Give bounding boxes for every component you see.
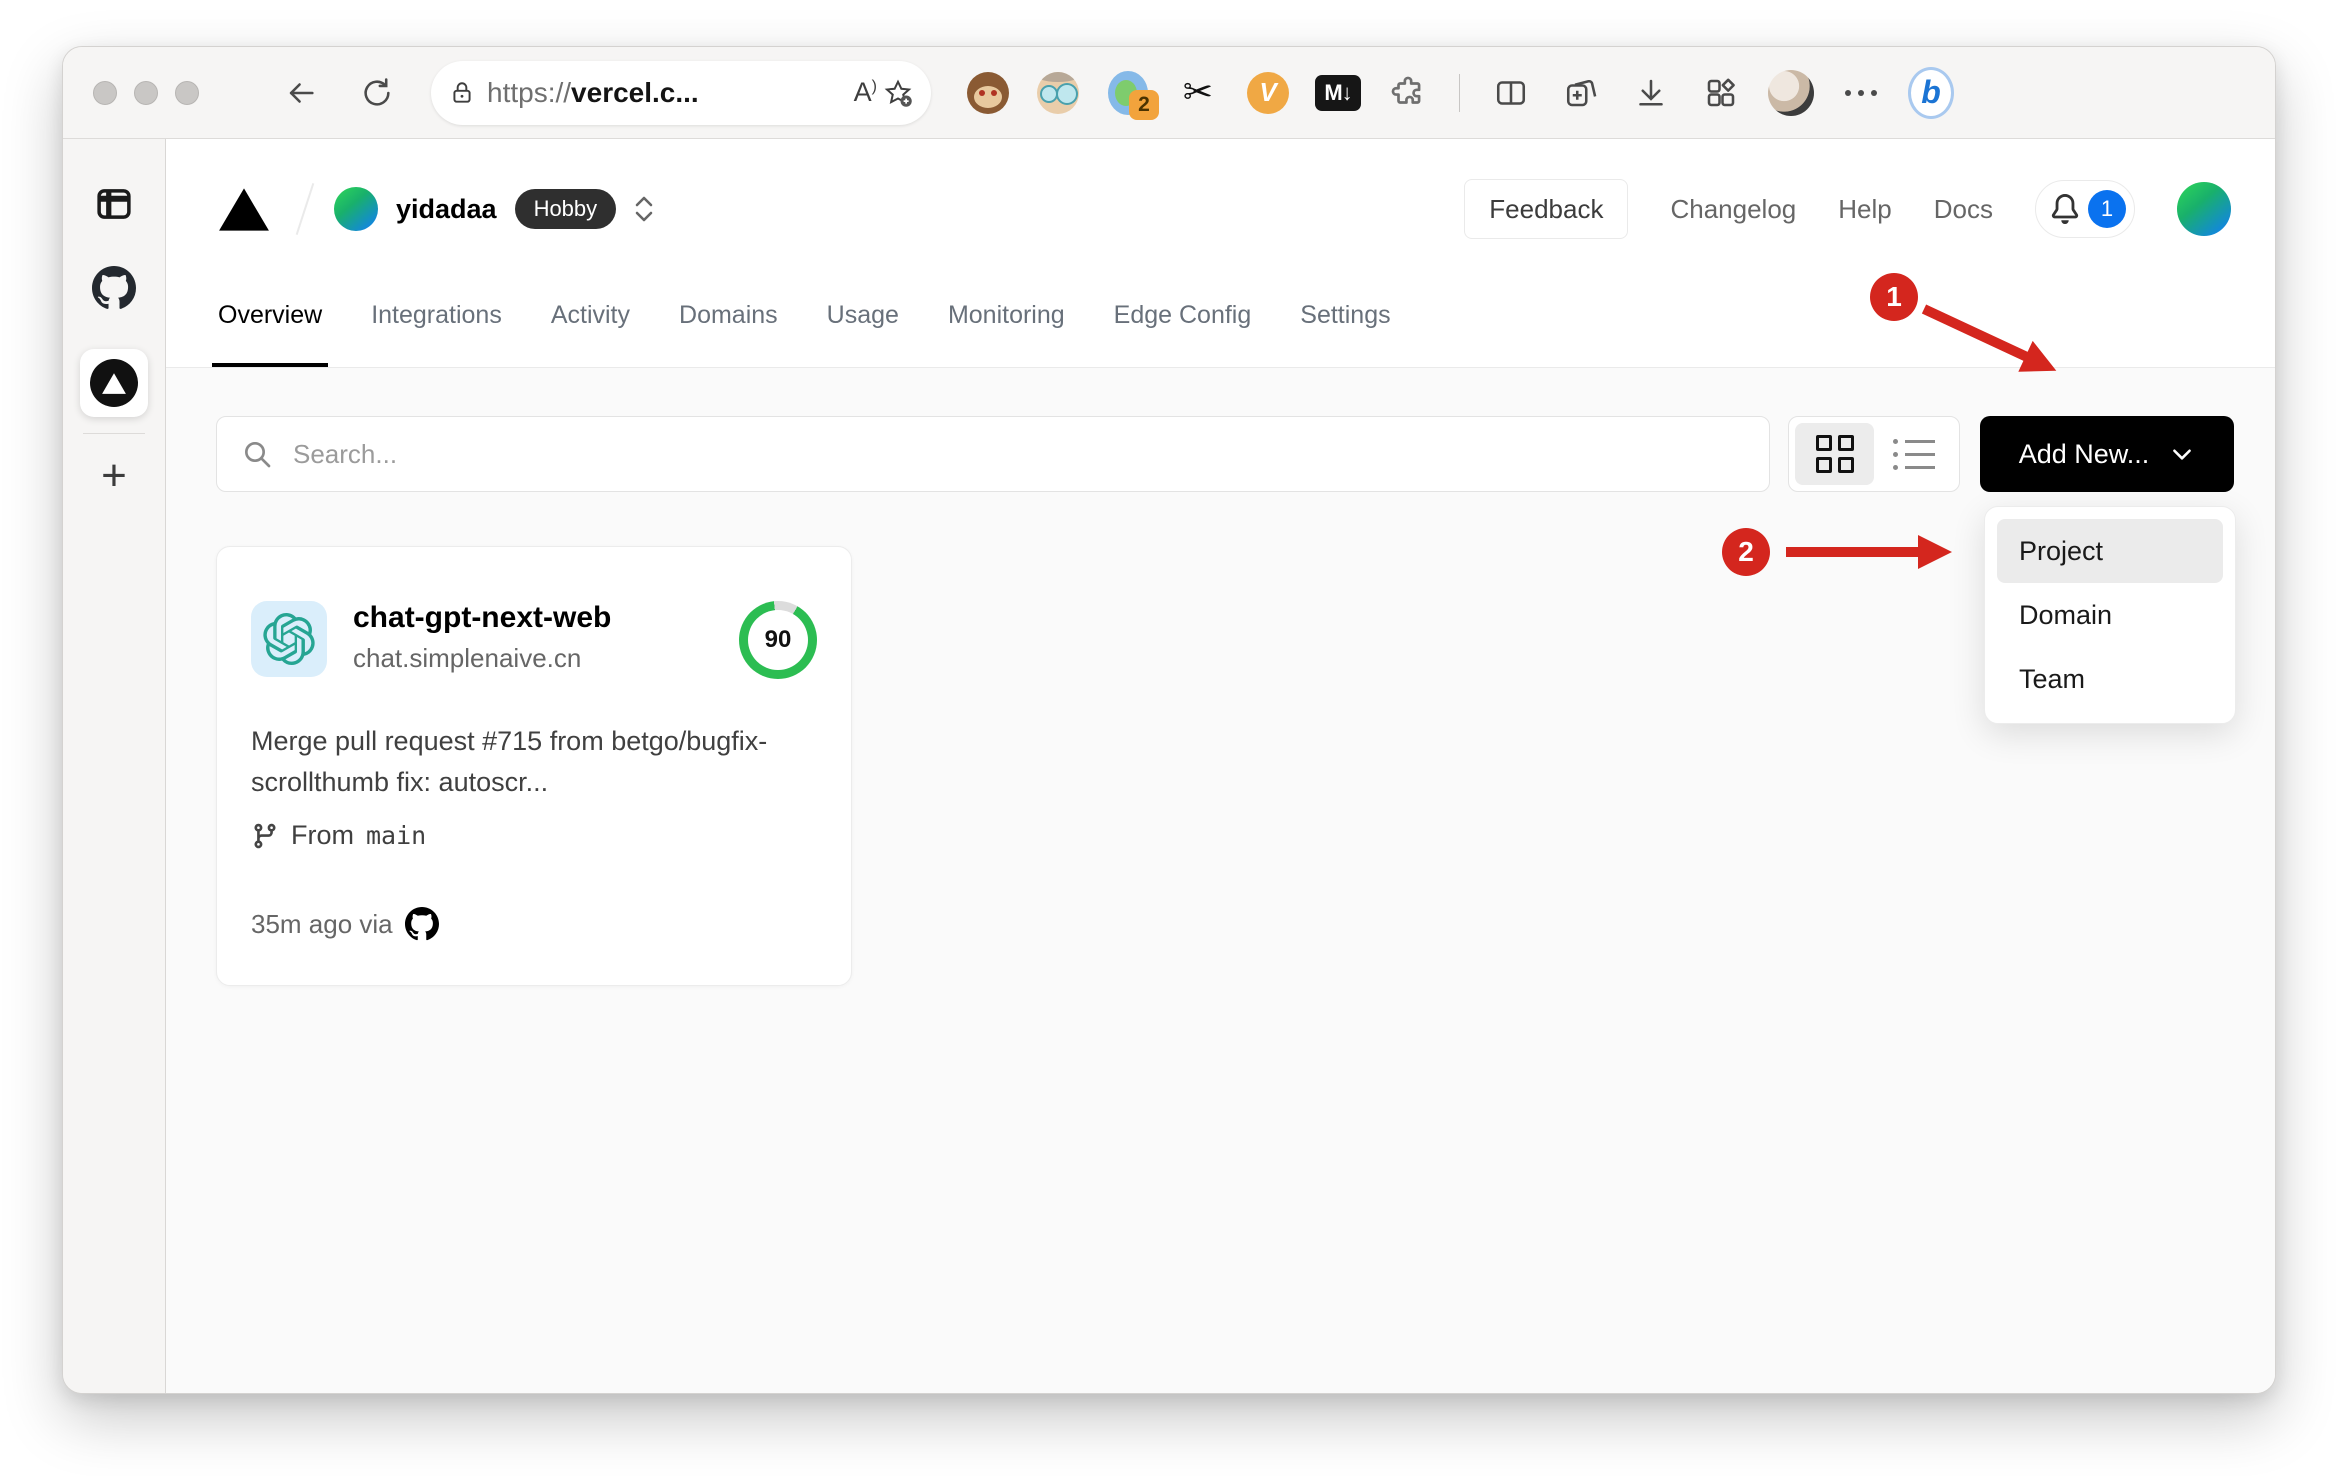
dropdown-item-domain[interactable]: Domain xyxy=(1997,583,2223,647)
favorite-star-icon[interactable] xyxy=(883,78,913,108)
team-switcher-icon[interactable] xyxy=(632,195,656,223)
deployment-commit-message: Merge pull request #715 from betgo/bugfi… xyxy=(251,726,768,797)
browser-toolbar: https://vercel.c... A) 2 ✂ V M↓ b xyxy=(63,47,2275,139)
tab-integrations[interactable]: Integrations xyxy=(371,263,502,367)
profile-avatar[interactable] xyxy=(1768,69,1814,116)
deployment-time: 35m ago via xyxy=(251,908,393,939)
vercel-logo-icon[interactable] xyxy=(218,185,270,233)
grid-view-icon xyxy=(1815,435,1854,473)
back-button[interactable] xyxy=(277,69,325,117)
tab-edge-config[interactable]: Edge Config xyxy=(1114,263,1252,367)
extensions-row: 2 ✂ V M↓ b xyxy=(965,66,1954,120)
breadcrumb-slash xyxy=(295,183,315,235)
lighthouse-score-value: 90 xyxy=(748,610,808,670)
help-link[interactable]: Help xyxy=(1838,194,1891,225)
reload-icon xyxy=(364,77,390,106)
lock-icon xyxy=(453,81,471,103)
bell-icon xyxy=(2051,194,2079,224)
add-new-button[interactable]: Add New... xyxy=(1980,416,2234,492)
add-sidebar-item-button[interactable]: + xyxy=(101,454,127,498)
vercel-header: yidadaa Hobby Feedback Changelog Help Do… xyxy=(166,139,2275,368)
vercel-app-icon xyxy=(90,359,138,407)
download-icon[interactable] xyxy=(1628,70,1674,116)
translator-extension-icon[interactable]: 2 xyxy=(1105,70,1159,120)
edge-sidebar: + xyxy=(63,139,166,1393)
read-aloud-icon[interactable]: A) xyxy=(854,77,877,108)
tab-domains[interactable]: Domains xyxy=(679,263,778,367)
browser-window: https://vercel.c... A) 2 ✂ V M↓ b + yida… xyxy=(62,46,2276,1394)
branch-name: main xyxy=(366,821,427,850)
grid-view-button[interactable] xyxy=(1795,423,1874,485)
list-view-icon xyxy=(1893,439,1935,470)
tab-activity[interactable]: Activity xyxy=(551,263,630,367)
more-menu-icon[interactable] xyxy=(1838,70,1884,116)
clipper-extension-icon[interactable]: ✂ xyxy=(1175,70,1221,116)
search-box[interactable] xyxy=(216,416,1770,492)
annotation-step-1: 1 xyxy=(1870,273,1918,321)
notifications-button[interactable]: 1 xyxy=(2035,180,2135,238)
sidebar-toggle-icon[interactable] xyxy=(91,181,137,227)
dashboard-content: Add New... chat-gpt-next-web chat.simple… xyxy=(166,368,2275,1393)
openai-logo-icon xyxy=(263,613,315,665)
back-arrow-icon xyxy=(289,82,314,103)
vercel-page: yidadaa Hobby Feedback Changelog Help Do… xyxy=(166,139,2275,1393)
team-avatar[interactable] xyxy=(334,187,378,231)
search-input[interactable] xyxy=(293,438,1745,470)
chevron-down-icon xyxy=(2173,449,2192,460)
address-bar[interactable]: https://vercel.c... A) xyxy=(431,60,931,125)
git-branch-icon xyxy=(254,823,276,848)
dropdown-item-team[interactable]: Team xyxy=(1997,647,2223,711)
deployment-meta: 35m ago via xyxy=(251,907,817,941)
plan-badge: Hobby xyxy=(514,189,617,229)
changelog-link[interactable]: Changelog xyxy=(1670,194,1796,225)
add-new-dropdown: Project Domain Team xyxy=(1984,506,2236,724)
project-logo xyxy=(251,601,327,677)
tab-usage[interactable]: Usage xyxy=(827,263,899,367)
notification-count-badge: 1 xyxy=(2088,190,2126,228)
extension-badge: 2 xyxy=(1129,89,1159,120)
avatar-extension-icon[interactable] xyxy=(1035,70,1081,116)
apps-layout-icon[interactable] xyxy=(1698,70,1744,116)
close-window-button[interactable] xyxy=(93,80,117,105)
branch-row: From main xyxy=(251,820,817,851)
toolbar-divider xyxy=(1459,73,1460,112)
search-icon xyxy=(245,442,271,468)
collections-icon[interactable] xyxy=(1558,70,1604,116)
tampermonkey-extension-icon[interactable] xyxy=(965,70,1011,116)
reload-button[interactable] xyxy=(353,69,401,117)
sidebar-divider xyxy=(83,433,145,434)
v-extension-icon[interactable]: V xyxy=(1245,70,1291,116)
annotation-step-2: 2 xyxy=(1722,528,1770,576)
split-screen-icon[interactable] xyxy=(1488,70,1534,116)
url-text: https://vercel.c... xyxy=(487,76,699,108)
project-name[interactable]: chat-gpt-next-web xyxy=(353,601,611,635)
tab-overview[interactable]: Overview xyxy=(211,263,329,367)
github-icon xyxy=(404,907,439,941)
docs-link[interactable]: Docs xyxy=(1934,194,1993,225)
lighthouse-score-ring: 90 xyxy=(739,601,817,679)
list-view-button[interactable] xyxy=(1874,423,1953,485)
zoom-window-button[interactable] xyxy=(175,80,199,105)
team-name[interactable]: yidadaa xyxy=(396,194,497,225)
puzzle-extensions-icon[interactable] xyxy=(1385,70,1431,116)
tab-monitoring[interactable]: Monitoring xyxy=(948,263,1065,367)
view-toggle xyxy=(1788,416,1960,492)
project-card[interactable]: chat-gpt-next-web chat.simplenaive.cn 90… xyxy=(216,546,852,986)
branch-prefix: From xyxy=(291,820,354,850)
dropdown-item-project[interactable]: Project xyxy=(1997,519,2223,583)
tab-settings[interactable]: Settings xyxy=(1300,263,1390,367)
markdown-extension-icon[interactable]: M↓ xyxy=(1315,70,1361,116)
bing-chat-icon[interactable]: b xyxy=(1908,66,1954,119)
user-avatar[interactable] xyxy=(2177,182,2231,236)
feedback-button[interactable]: Feedback xyxy=(1464,179,1629,239)
github-sidebar-icon[interactable] xyxy=(91,265,137,311)
project-domain[interactable]: chat.simplenaive.cn xyxy=(353,643,611,674)
vercel-sidebar-tile[interactable] xyxy=(80,349,148,417)
window-controls[interactable] xyxy=(93,80,199,105)
minimize-window-button[interactable] xyxy=(134,80,158,105)
